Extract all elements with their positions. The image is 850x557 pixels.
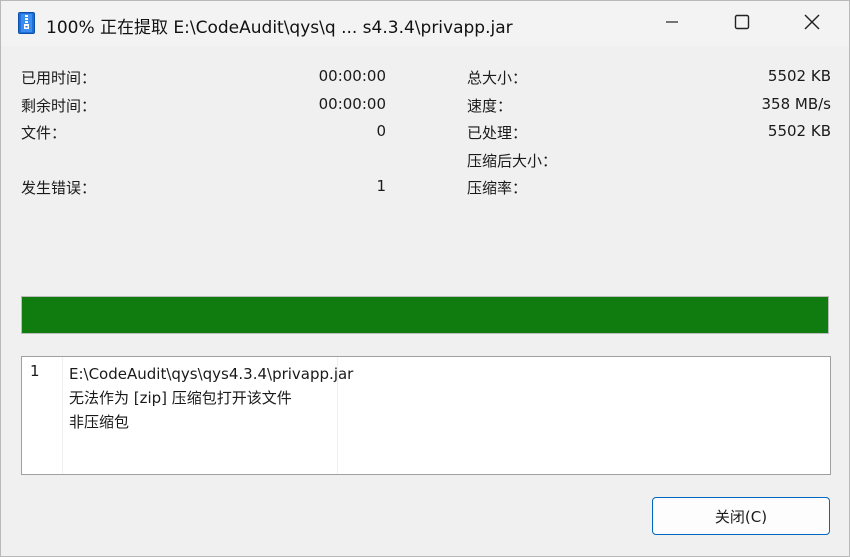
extract-progress-dialog: 100% 正在提取 E:\CodeAudit\qys\q ... s4.3.4\… bbox=[0, 0, 850, 557]
message-index: 1 bbox=[30, 362, 40, 380]
message-text: E:\CodeAudit\qys\qys4.3.4\privapp.jar 无法… bbox=[69, 362, 353, 434]
minimize-button[interactable] bbox=[637, 1, 707, 46]
speed-value: 358 MB/s bbox=[761, 95, 832, 113]
remaining-time-value: 00:00:00 bbox=[318, 95, 386, 113]
message-file-path: E:\CodeAudit\qys\qys4.3.4\privapp.jar bbox=[69, 365, 354, 383]
total-size-label: 总大小： bbox=[467, 69, 528, 87]
progress-fill bbox=[22, 297, 828, 333]
close-icon bbox=[804, 14, 820, 34]
close-window-button[interactable] bbox=[777, 1, 847, 46]
elapsed-time-value: 00:00:00 bbox=[318, 67, 386, 85]
files-value: 0 bbox=[376, 122, 386, 140]
remaining-time-label: 剩余时间： bbox=[21, 97, 97, 115]
close-button[interactable]: 关闭(C) bbox=[652, 497, 830, 535]
compression-ratio-label: 压缩率： bbox=[467, 179, 528, 197]
archive-icon bbox=[18, 12, 35, 34]
elapsed-time-label: 已用时间： bbox=[21, 69, 97, 87]
speed-label: 速度： bbox=[467, 97, 513, 115]
message-list[interactable]: 1 E:\CodeAudit\qys\qys4.3.4\privapp.jar … bbox=[21, 356, 831, 475]
compressed-size-label: 压缩后大小： bbox=[467, 152, 558, 170]
maximize-icon bbox=[734, 14, 750, 34]
processed-value: 5502 KB bbox=[767, 122, 831, 140]
maximize-button[interactable] bbox=[707, 1, 777, 46]
errors-value: 1 bbox=[376, 177, 386, 195]
title-bar: 100% 正在提取 E:\CodeAudit\qys\q ... s4.3.4\… bbox=[1, 1, 849, 46]
column-divider bbox=[62, 357, 63, 474]
files-label: 文件： bbox=[21, 124, 67, 142]
message-detail: 非压缩包 bbox=[69, 413, 130, 431]
minimize-icon bbox=[665, 15, 679, 33]
errors-label: 发生错误： bbox=[21, 179, 97, 197]
total-size-value: 5502 KB bbox=[767, 67, 831, 85]
extract-progress-bar bbox=[21, 296, 829, 334]
message-error: 无法作为 [zip] 压缩包打开该文件 bbox=[69, 389, 292, 407]
processed-label: 已处理： bbox=[467, 124, 528, 142]
window-title: 100% 正在提取 E:\CodeAudit\qys\q ... s4.3.4\… bbox=[46, 18, 513, 38]
